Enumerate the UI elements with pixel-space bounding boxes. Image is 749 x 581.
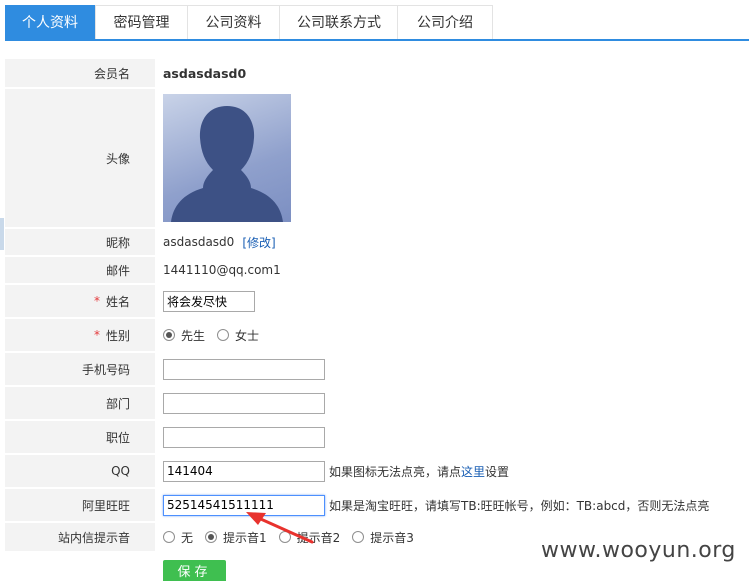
tab-company-info[interactable]: 公司资料 [187, 5, 280, 39]
gender-male-radio[interactable] [163, 329, 175, 341]
tab-company-intro[interactable]: 公司介绍 [397, 5, 493, 39]
position-label: 职位 [5, 421, 155, 453]
gender-female-option[interactable]: 女士 [217, 327, 259, 344]
save-button[interactable]: 保存 [163, 560, 226, 581]
row-email: 邮件 1441110@qq.com1 [5, 256, 749, 284]
row-nickname: 昵称 asdasdasd0 [修改] [5, 228, 749, 256]
row-gender: * 性别 先生 女士 [5, 318, 749, 352]
nickname-edit-link[interactable]: [修改] [242, 234, 275, 251]
required-mark: * [93, 294, 100, 308]
gender-male-option[interactable]: 先生 [163, 327, 205, 344]
mobile-label: 手机号码 [5, 353, 155, 385]
position-input[interactable] [163, 426, 325, 448]
row-name: * 姓名 [5, 284, 749, 318]
tab-password[interactable]: 密码管理 [95, 5, 188, 39]
tab-personal-info[interactable]: 个人资料 [5, 5, 95, 39]
member-name-value: asdasdasd0 [163, 65, 247, 81]
row-member-name: 会员名 asdasdasd0 [5, 58, 749, 88]
mobile-input[interactable] [163, 358, 325, 380]
notify-option-none[interactable]: 无 [163, 529, 193, 546]
row-department: 部门 [5, 386, 749, 420]
row-avatar: 头像 [5, 88, 749, 228]
email-label: 邮件 [5, 257, 155, 283]
qq-input[interactable] [163, 460, 325, 482]
notify-radio[interactable] [163, 531, 175, 543]
department-label: 部门 [5, 387, 155, 419]
tab-bar: 个人资料 密码管理 公司资料 公司联系方式 公司介绍 [5, 5, 749, 41]
notify-option-3[interactable]: 提示音3 [352, 529, 414, 546]
avatar[interactable] [163, 94, 291, 222]
member-name-label: 会员名 [5, 59, 155, 87]
department-input[interactable] [163, 392, 325, 414]
gender-label: * 性别 [5, 319, 155, 351]
notify-radio[interactable] [205, 531, 218, 543]
annotation-arrow-icon [246, 512, 314, 544]
name-input[interactable] [163, 290, 255, 312]
name-label: * 姓名 [5, 285, 155, 317]
tab-company-contact[interactable]: 公司联系方式 [279, 5, 399, 39]
email-value: 1441110@qq.com1 [163, 263, 281, 277]
avatar-silhouette-icon [171, 106, 283, 222]
required-mark: * [93, 328, 100, 342]
row-position: 职位 [5, 420, 749, 454]
nickname-label: 昵称 [5, 229, 155, 255]
avatar-label: 头像 [5, 89, 155, 227]
gender-female-radio[interactable] [217, 329, 230, 341]
qq-settings-link[interactable]: 这里 [461, 465, 485, 479]
notify-sound-label: 站内信提示音 [5, 523, 155, 551]
row-aliwangwang: 阿里旺旺 如果是淘宝旺旺，请填写TB:旺旺帐号，例如：TB:abcd，否则无法点… [5, 488, 749, 522]
watermark: www.wooyun.org [541, 538, 736, 563]
notify-radio[interactable] [352, 531, 365, 543]
left-edge-strip [0, 218, 4, 250]
row-mobile: 手机号码 [5, 352, 749, 386]
aliwangwang-label: 阿里旺旺 [5, 489, 155, 521]
qq-hint: 如果图标无法点亮，请点这里设置 [329, 464, 510, 479]
nickname-value: asdasdasd0 [163, 235, 235, 249]
row-qq: QQ 如果图标无法点亮，请点这里设置 [5, 454, 749, 488]
aliwangwang-hint: 如果是淘宝旺旺，请填写TB:旺旺帐号，例如：TB:abcd，否则无法点亮 [329, 498, 710, 513]
qq-label: QQ [5, 455, 155, 487]
